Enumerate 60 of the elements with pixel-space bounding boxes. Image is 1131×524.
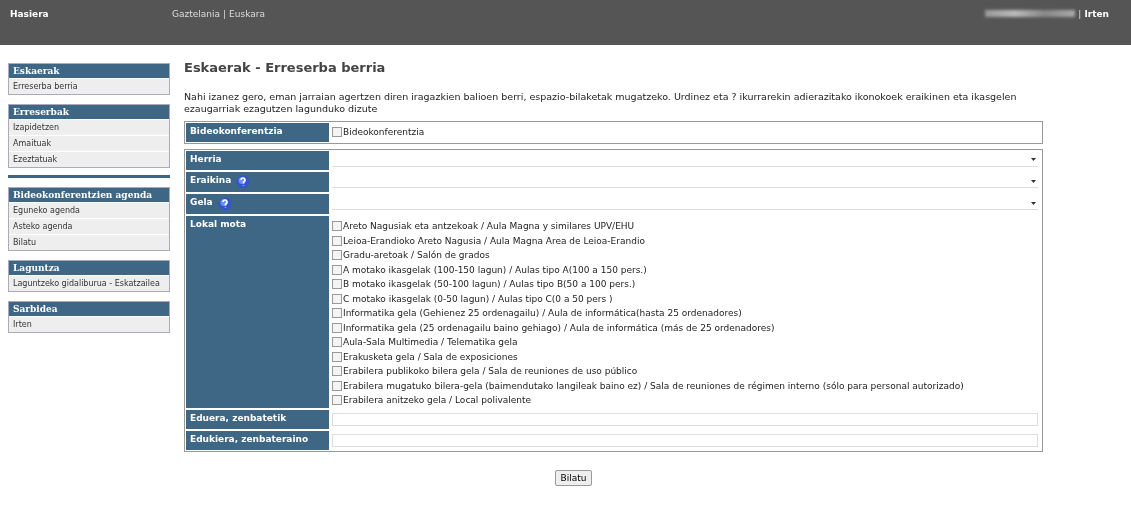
section-title: Bideokonferentzien agenda: [9, 188, 169, 202]
checkbox-option[interactable]: Erabilera mugatuko bilera-gela (baimendutako langileak baino ez) / Sala de reuniones de régimen interno (sólo para personal autorizado): [332, 378, 1038, 393]
label-text: Gela: [190, 196, 213, 207]
checkbox-option[interactable]: Erakusketa gela / Sala de exposiciones: [332, 349, 1038, 364]
checkbox[interactable]: [332, 264, 342, 275]
checkbox[interactable]: [332, 250, 342, 260]
checkbox-option[interactable]: A motako ikasgelak (100-150 lagun) / Aulas tipo A(100 a 150 pers.): [332, 262, 1038, 277]
checkbox[interactable]: [332, 279, 342, 289]
caret-icon: [1031, 158, 1036, 162]
checkbox-option[interactable]: Informatika gela (Gehienez 25 ordenagailu) / Aula de informática(hasta 25 ordenadores): [332, 305, 1038, 321]
sidebar-link[interactable]: Laguntzeko gidaliburua - Eskatzailea: [9, 275, 169, 291]
page-title: Eskaerak - Erreserba berria: [184, 60, 387, 75]
checkbox-option[interactable]: Erabilera publikoko bilera gela / Sala de reuniones de uso público: [332, 363, 1038, 379]
checkbox[interactable]: [332, 221, 342, 231]
checkbox-option[interactable]: Informatika gela (25 ordenagailu baino gehiago) / Aula de informática (más de 25 ordenadores): [332, 320, 1038, 335]
field-label: Eduera, zenbatetik: [186, 410, 329, 430]
help-icon[interactable]: [236, 174, 251, 189]
checkbox-option[interactable]: Gradu-aretoak / Salón de grados: [332, 247, 1038, 263]
caret-icon: [1031, 179, 1036, 183]
description: Nahi izanez gero, eman jarraian agertzen diren iragazkien balioen berri, espazio-bilaketak mugatzeko. Urdinez eta ? ikurrarekin adierazitako ikonokoek eraikinen eta ikasgelen ezaugarriak ezagutzen lagunduko dizute: [184, 91, 1018, 115]
checkbox[interactable]: [332, 127, 342, 138]
caret-icon: [1031, 201, 1036, 205]
sidebar-link[interactable]: Izapidetzen: [9, 119, 169, 135]
checkbox[interactable]: [332, 380, 342, 391]
checkbox-option[interactable]: C motako ikasgelak (0-50 lagun) / Aulas tipo C(0 a 50 pers ): [332, 291, 1038, 306]
checkbox[interactable]: [332, 395, 342, 405]
section-title: Sarbidea: [9, 302, 169, 316]
search-button[interactable]: Bilatu: [554, 470, 593, 487]
checkbox[interactable]: [332, 235, 342, 246]
help-icon[interactable]: [217, 196, 232, 211]
checkbox-option[interactable]: Aula-Sala Multimedia / Telematika gela: [332, 334, 1038, 350]
field-label: Bideokonferentzia: [186, 122, 329, 142]
language-link[interactable]: Gaztelania: [172, 9, 220, 19]
section-title: Laguntza: [9, 261, 169, 275]
language-link[interactable]: Euskara: [229, 9, 265, 19]
separator: |: [223, 9, 227, 19]
checkbox[interactable]: [332, 337, 342, 347]
checkbox[interactable]: [332, 308, 342, 318]
home-link[interactable]: Hasiera: [10, 9, 172, 19]
field-label: Edukiera, zenbateraino: [186, 431, 329, 451]
sidebar-link[interactable]: Eguneko agenda: [9, 202, 169, 218]
section-title: Erreserbak: [9, 105, 169, 119]
checkbox-option[interactable]: B motako ikasgelak (50-100 lagun) / Aulas tipo B(50 a 100 pers.): [332, 276, 1038, 292]
label-text: Eraikina: [190, 174, 232, 185]
checkbox-option[interactable]: Leioa-Erandioko Areto Nagusia / Aula Magna Area de Leioa-Erandio: [332, 233, 1038, 248]
input-field[interactable]: [332, 434, 1038, 448]
field-label: Herria: [186, 150, 329, 170]
checkbox[interactable]: [332, 322, 342, 333]
separator: |: [1078, 9, 1082, 19]
checkbox[interactable]: [332, 351, 342, 362]
logout-link[interactable]: Irten: [1084, 9, 1109, 19]
checkbox-option[interactable]: Areto Nagusiak eta antzekoak / Aula Magna y similares UPV/EHU: [332, 218, 1038, 234]
input-field[interactable]: [332, 413, 1038, 427]
field-label: Lokal mota: [186, 215, 329, 409]
sidebar-link[interactable]: Asteko agenda: [9, 218, 169, 234]
checkbox-option[interactable]: Erabilera anitzeko gela / Local polivalente: [332, 392, 1038, 408]
section-title: Eskaerak: [9, 64, 169, 78]
checkbox-option[interactable]: Bideokonferentzia: [332, 125, 1038, 140]
checkbox[interactable]: [332, 293, 342, 304]
checkbox[interactable]: [332, 366, 342, 376]
